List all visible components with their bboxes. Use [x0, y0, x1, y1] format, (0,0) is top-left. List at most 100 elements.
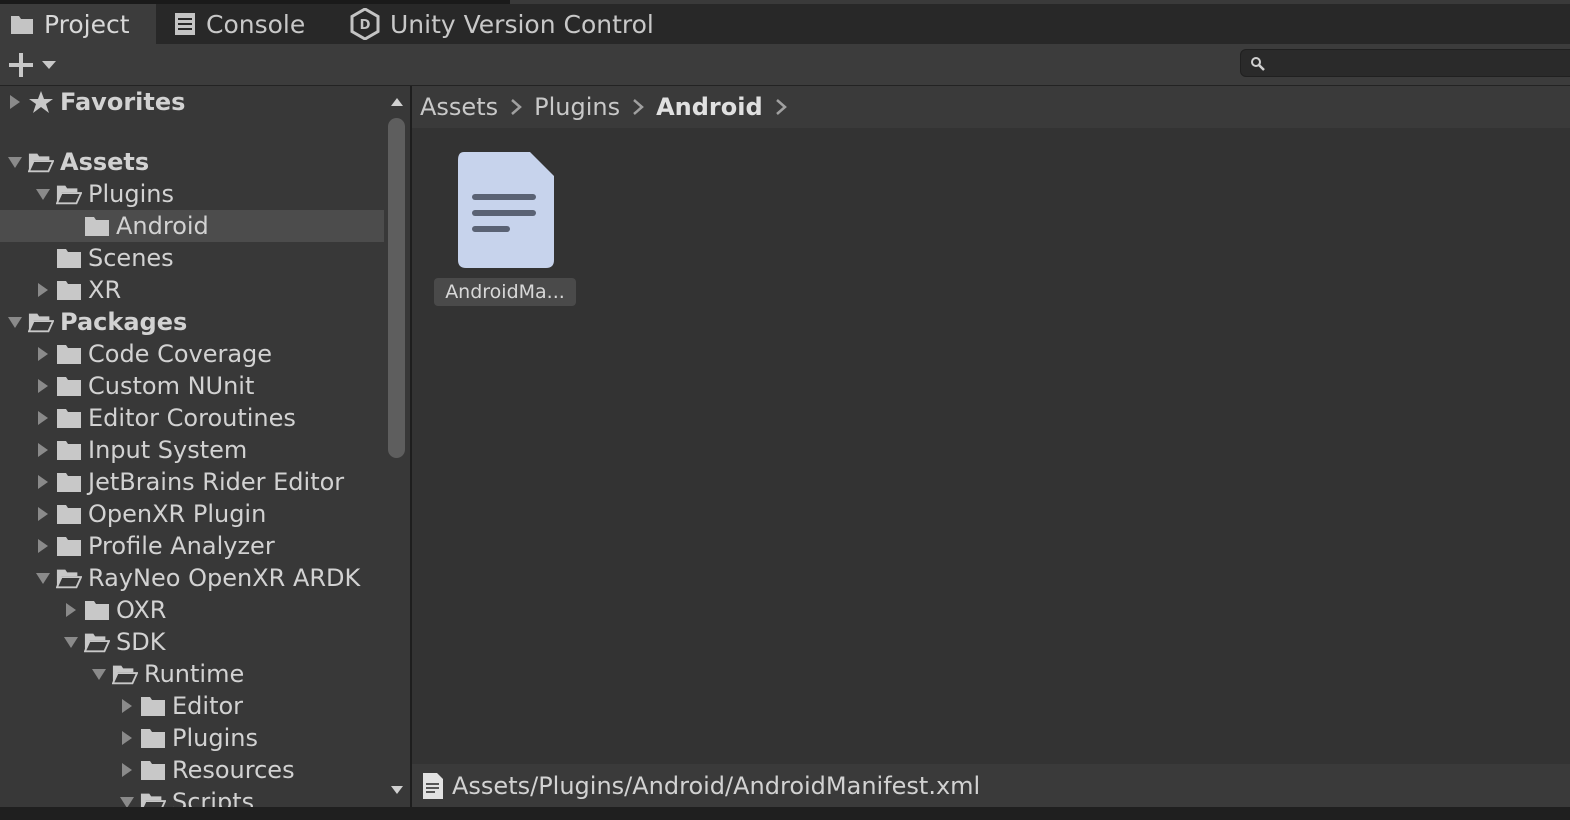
tree-item-rayneo-openxr-ardk[interactable]: RayNeo OpenXR ARDK	[0, 562, 384, 594]
folder-open-icon	[28, 306, 54, 338]
collapse-arrow-icon[interactable]	[2, 306, 28, 338]
asset-browser: Assets Plugins Android AndroidMa... Assets…	[412, 86, 1570, 807]
tree-item-xr[interactable]: XR	[0, 274, 384, 306]
tree-scrollbar[interactable]	[384, 86, 410, 807]
collapse-arrow-icon[interactable]	[86, 658, 112, 690]
folder-open-icon	[28, 146, 54, 178]
project-toolbar	[0, 44, 1570, 86]
tree-item-label: Custom NUnit	[88, 372, 255, 400]
expand-arrow-icon[interactable]	[30, 338, 56, 370]
asset-label: AndroidMa...	[434, 278, 576, 306]
tree-item-label: Editor Coroutines	[88, 404, 296, 432]
tree-item-label: Code Coverage	[88, 340, 273, 368]
tree-item-label: OpenXR Plugin	[88, 500, 267, 528]
text-file-icon	[423, 772, 443, 799]
tree-item-label: SDK	[116, 628, 166, 656]
plus-icon	[9, 53, 33, 77]
expand-arrow-icon[interactable]	[114, 722, 140, 754]
tree-item-packages[interactable]: Packages	[0, 306, 384, 338]
tree-item-assets[interactable]: Assets	[0, 146, 384, 178]
tree-item-label: Profile Analyzer	[88, 532, 275, 560]
tree-item-editor[interactable]: Editor	[0, 690, 384, 722]
collapse-arrow-icon[interactable]	[58, 626, 84, 658]
scroll-thumb[interactable]	[388, 118, 405, 458]
folder-icon	[56, 242, 82, 274]
collapse-arrow-icon[interactable]	[30, 178, 56, 210]
tree-item-resources[interactable]: Resources	[0, 754, 384, 786]
expand-arrow-icon[interactable]	[30, 402, 56, 434]
tree-item-runtime[interactable]: Runtime	[0, 658, 384, 690]
project-tree: Favorites Assets Plugins Android Scenes XR Pac…	[0, 86, 384, 807]
expand-arrow-icon[interactable]	[30, 466, 56, 498]
folder-icon	[140, 754, 166, 786]
tree-item-editor-coroutines[interactable]: Editor Coroutines	[0, 402, 384, 434]
tree-item-label: Packages	[60, 308, 188, 336]
expand-arrow-icon[interactable]	[30, 370, 56, 402]
tab-bar: Project Console D Unity Version Control	[0, 4, 1570, 44]
chevron-right-icon	[510, 98, 523, 116]
console-icon	[175, 13, 195, 35]
expand-arrow-icon[interactable]	[30, 434, 56, 466]
search-field[interactable]	[1240, 49, 1570, 77]
expand-arrow-icon[interactable]	[30, 498, 56, 530]
expand-arrow-icon[interactable]	[30, 530, 56, 562]
tree-item-input-system[interactable]: Input System	[0, 434, 384, 466]
chevron-down-icon	[42, 61, 56, 69]
tree-item-label: Input System	[88, 436, 248, 464]
tab-label: Unity Version Control	[390, 9, 654, 39]
breadcrumb-item-android[interactable]: Android	[656, 93, 763, 121]
text-file-icon	[458, 152, 554, 268]
tree-item-label: Plugins	[88, 180, 174, 208]
collapse-arrow-icon[interactable]	[2, 146, 28, 178]
tab-console[interactable]: Console	[174, 4, 305, 44]
folder-icon	[56, 498, 82, 530]
collapse-arrow-icon[interactable]	[114, 786, 140, 807]
tree-item-label: JetBrains Rider Editor	[88, 468, 345, 496]
tree-item-android[interactable]: Android	[0, 210, 384, 242]
scroll-up-arrow-icon[interactable]	[389, 96, 405, 108]
tree-item-label: Runtime	[144, 660, 245, 688]
tree-item-favorites[interactable]: Favorites	[0, 86, 384, 118]
tree-item-label: Scripts	[172, 788, 255, 807]
expand-arrow-icon[interactable]	[114, 754, 140, 786]
breadcrumb-item-plugins[interactable]: Plugins	[534, 93, 620, 121]
tree-item-label: RayNeo OpenXR ARDK	[88, 564, 361, 592]
version-control-icon: D	[350, 8, 380, 40]
breadcrumb-item-assets[interactable]: Assets	[420, 93, 498, 121]
expand-arrow-icon[interactable]	[58, 594, 84, 626]
create-button[interactable]	[8, 51, 62, 79]
tree-item-scripts[interactable]: Scripts	[0, 786, 384, 807]
tree-item-oxr[interactable]: OXR	[0, 594, 384, 626]
svg-text:D: D	[360, 18, 371, 33]
tree-item-custom-nunit[interactable]: Custom NUnit	[0, 370, 384, 402]
tree-item-code-coverage[interactable]: Code Coverage	[0, 338, 384, 370]
tree-item-label: Editor	[172, 692, 244, 720]
tree-item-label: Scenes	[88, 244, 174, 272]
expand-arrow-icon[interactable]	[114, 690, 140, 722]
tab-project[interactable]: Project	[0, 4, 156, 44]
tab-version-control[interactable]: D Unity Version Control	[350, 4, 654, 44]
tree-item-jetbrains-rider-editor[interactable]: JetBrains Rider Editor	[0, 466, 384, 498]
tree-item-label: XR	[88, 276, 122, 304]
folder-icon	[56, 338, 82, 370]
expand-arrow-icon[interactable]	[2, 86, 28, 118]
tab-label: Project	[44, 9, 130, 39]
folder-icon	[56, 434, 82, 466]
chevron-right-icon[interactable]	[775, 98, 787, 116]
folder-icon	[56, 402, 82, 434]
folder-icon	[84, 210, 110, 242]
folder-icon	[140, 690, 166, 722]
tree-item-profile-analyzer[interactable]: Profile Analyzer	[0, 530, 384, 562]
scroll-down-arrow-icon[interactable]	[389, 784, 405, 796]
selected-asset-path: Assets/Plugins/Android/AndroidManifest.x…	[452, 771, 981, 800]
expand-arrow-icon[interactable]	[30, 274, 56, 306]
folder-icon	[56, 370, 82, 402]
collapse-arrow-icon[interactable]	[30, 562, 56, 594]
tree-item-plugins[interactable]: Plugins	[0, 178, 384, 210]
tree-item-sdk[interactable]: SDK	[0, 626, 384, 658]
tree-item-label: Android	[116, 212, 209, 240]
tree-item-scenes[interactable]: Scenes	[0, 242, 384, 274]
search-icon	[1251, 57, 1265, 71]
tree-item-plugins[interactable]: Plugins	[0, 722, 384, 754]
tree-item-openxr-plugin[interactable]: OpenXR Plugin	[0, 498, 384, 530]
